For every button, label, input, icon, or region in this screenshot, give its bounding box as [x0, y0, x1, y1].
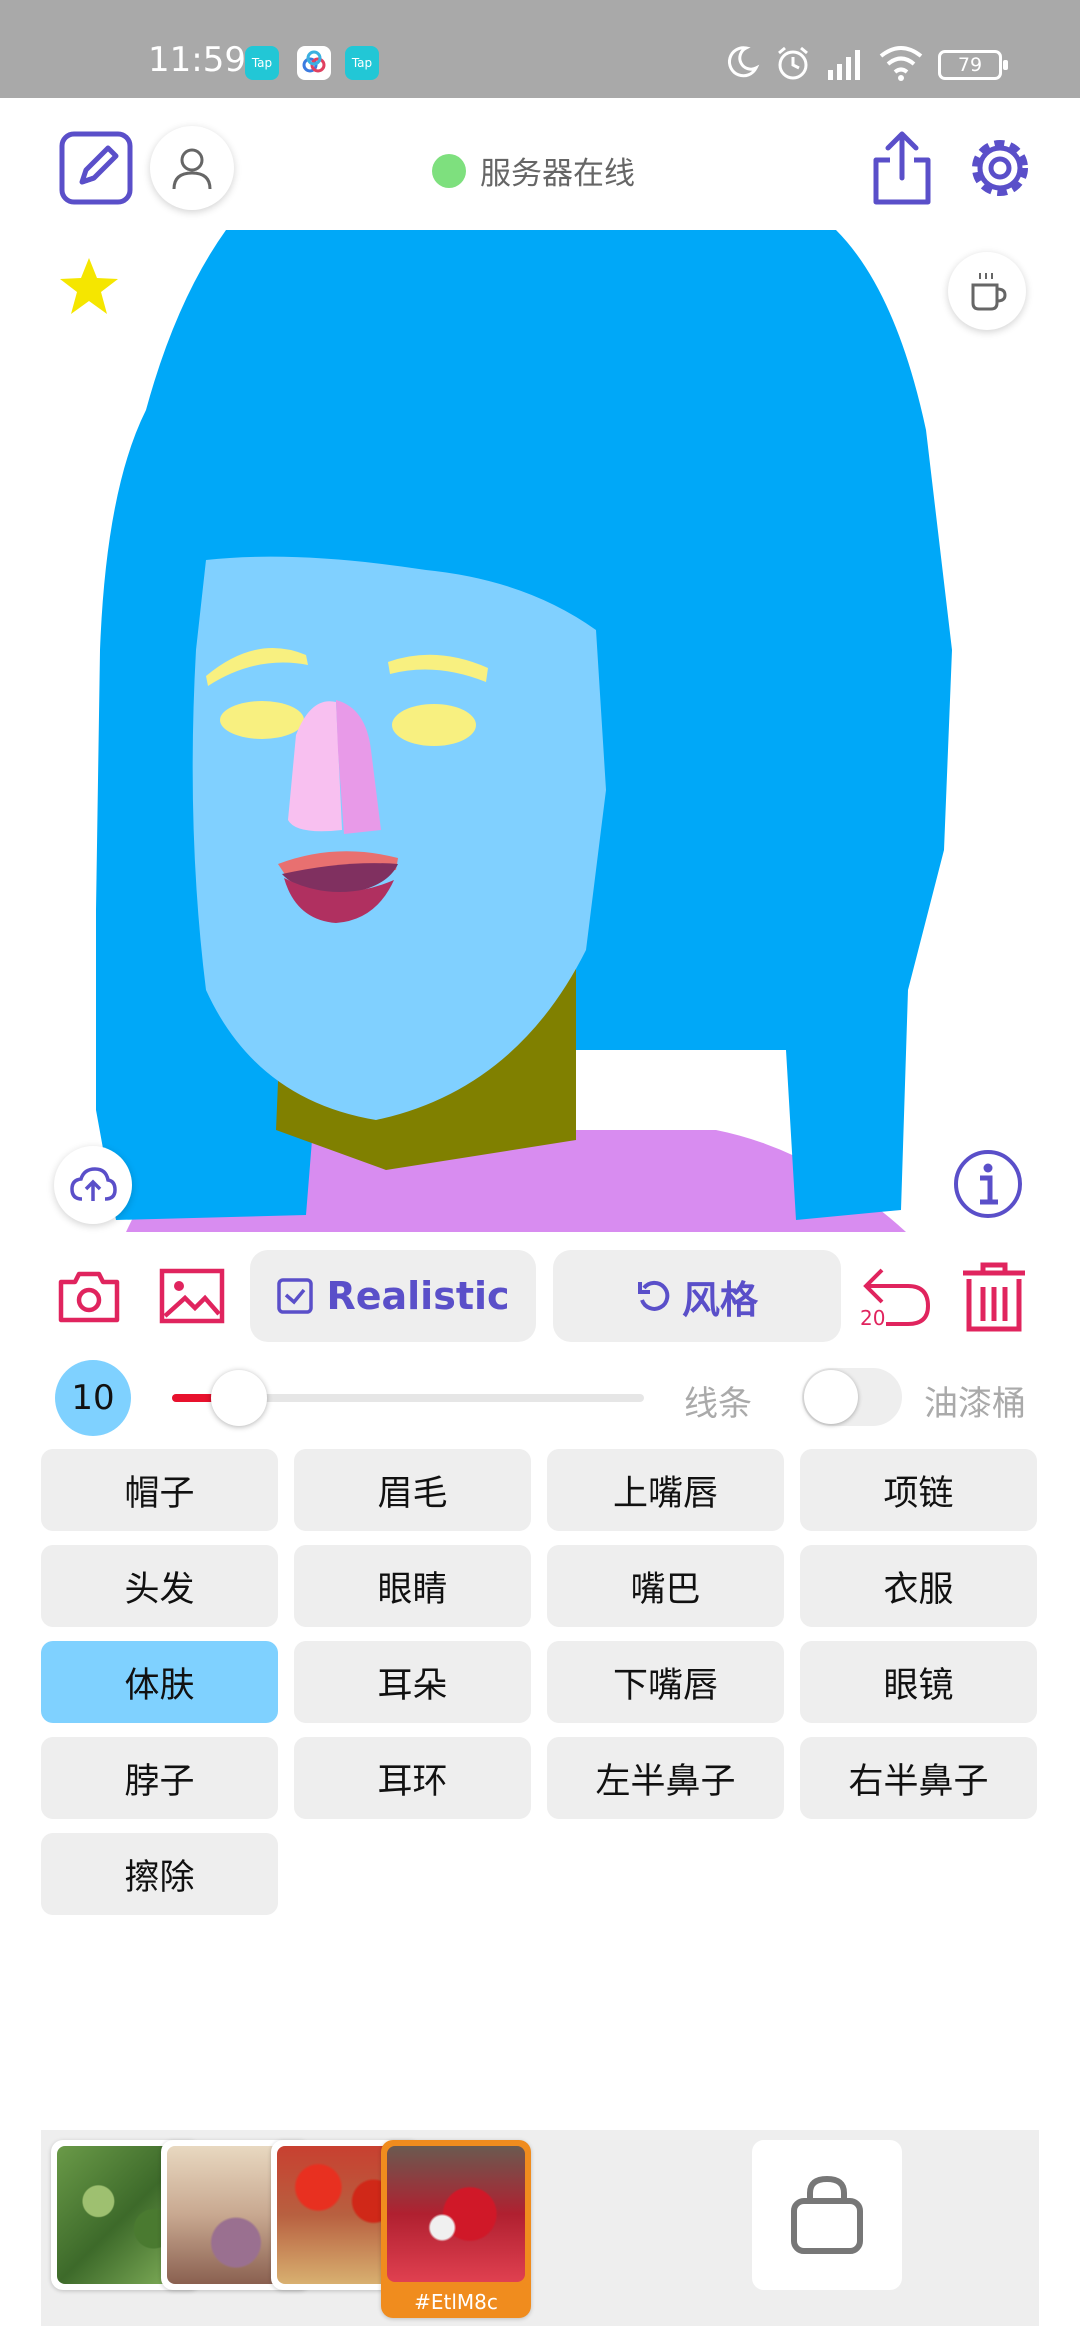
refresh-icon — [637, 1280, 670, 1311]
edit-button[interactable] — [56, 128, 136, 208]
category-button[interactable]: 下嘴唇 — [547, 1641, 784, 1723]
undo-count: 20 — [860, 1306, 886, 1330]
brush-size-indicator: 10 — [55, 1360, 131, 1436]
server-status: 服务器在线 — [432, 148, 635, 193]
category-button[interactable]: 眼睛 — [294, 1545, 531, 1627]
category-grid: 帽子 眉毛 上嘴唇 项链头发 眼睛 嘴巴 衣服体肤 耳朵 下嘴唇 眼镜脖子 耳环 左半鼻子 右半鼻子擦除 — [41, 1449, 1037, 1915]
line-mode-label: 线条 — [684, 1384, 752, 1424]
camera-icon — [58, 1271, 120, 1323]
category-button[interactable]: 脖子 — [41, 1737, 278, 1819]
category-button[interactable]: 上嘴唇 — [547, 1449, 784, 1531]
category-button[interactable]: 右半鼻子 — [800, 1737, 1037, 1819]
brush-size-slider[interactable] — [172, 1370, 644, 1426]
signal-icon — [828, 50, 860, 80]
checkbox-icon — [277, 1278, 314, 1314]
texture-image — [387, 2146, 525, 2282]
gallery-button[interactable] — [158, 1266, 226, 1326]
shopping-bag-icon — [791, 2175, 863, 2254]
category-button[interactable]: 嘴巴 — [547, 1545, 784, 1627]
category-button[interactable]: 项链 — [800, 1449, 1037, 1531]
category-button[interactable]: 头发 — [41, 1545, 278, 1627]
category-button[interactable]: 耳朵 — [294, 1641, 531, 1723]
texture-code: #EtlM8c — [414, 2290, 498, 2314]
category-button[interactable]: 眼镜 — [800, 1641, 1037, 1723]
tap-app-icon-2: Tap — [345, 46, 379, 80]
cloud-upload-button[interactable] — [54, 1146, 132, 1224]
cloud-upload-icon — [70, 1167, 117, 1201]
category-button[interactable]: 衣服 — [800, 1545, 1037, 1627]
moon-icon — [727, 46, 760, 78]
star-icon[interactable] — [56, 254, 122, 320]
drawing-canvas[interactable] — [96, 230, 966, 1232]
server-status-text: 服务器在线 — [480, 156, 635, 192]
trash-icon — [963, 1262, 1025, 1332]
share-button[interactable] — [866, 128, 938, 208]
gear-icon — [972, 140, 1028, 196]
category-button[interactable]: 体肤 — [41, 1641, 278, 1723]
paint-bucket-label: 油漆桶 — [924, 1384, 1026, 1424]
info-icon — [954, 1150, 1022, 1218]
texture-swatch-selected[interactable]: #EtlM8c — [381, 2140, 531, 2318]
paint-bucket-toggle[interactable] — [802, 1368, 902, 1426]
category-button[interactable]: 眉毛 — [294, 1449, 531, 1531]
wifi-icon — [879, 46, 923, 81]
clear-button[interactable] — [958, 1258, 1030, 1334]
status-time: 11:59 — [148, 40, 246, 80]
tap-app-icon: Tap — [245, 46, 279, 80]
cloud-app-icon — [297, 46, 331, 80]
slider-thumb[interactable] — [211, 1370, 268, 1426]
info-button[interactable] — [950, 1146, 1026, 1222]
category-button[interactable]: 擦除 — [41, 1833, 278, 1915]
toggle-knob — [804, 1370, 858, 1424]
shop-button[interactable] — [752, 2140, 902, 2290]
category-button[interactable]: 帽子 — [41, 1449, 278, 1531]
settings-button[interactable] — [960, 128, 1040, 208]
pencil-edit-icon — [59, 131, 133, 205]
status-dot — [432, 153, 466, 188]
battery-indicator: 79 — [938, 50, 1008, 80]
alarm-icon — [778, 46, 808, 80]
coffee-cup-icon — [971, 273, 1007, 311]
realistic-style-button[interactable]: Realistic — [250, 1250, 536, 1342]
category-button[interactable]: 耳环 — [294, 1737, 531, 1819]
image-icon — [159, 1268, 225, 1324]
realistic-label: Realistic — [326, 1274, 510, 1318]
share-icon — [873, 131, 931, 205]
camera-button[interactable] — [56, 1266, 122, 1326]
style-button[interactable]: 风格 — [553, 1250, 841, 1342]
user-button[interactable] — [150, 126, 234, 210]
status-bar: 11:59 Tap Tap 79 — [0, 0, 1080, 98]
style-label: 风格 — [681, 1277, 758, 1322]
right-eye — [392, 704, 476, 746]
texture-palette: #EtlM8c — [41, 2130, 1039, 2326]
left-eye — [220, 701, 304, 739]
user-icon — [172, 148, 212, 190]
category-button[interactable]: 左半鼻子 — [547, 1737, 784, 1819]
coffee-button[interactable] — [948, 252, 1026, 330]
face-drawing — [96, 230, 952, 1232]
